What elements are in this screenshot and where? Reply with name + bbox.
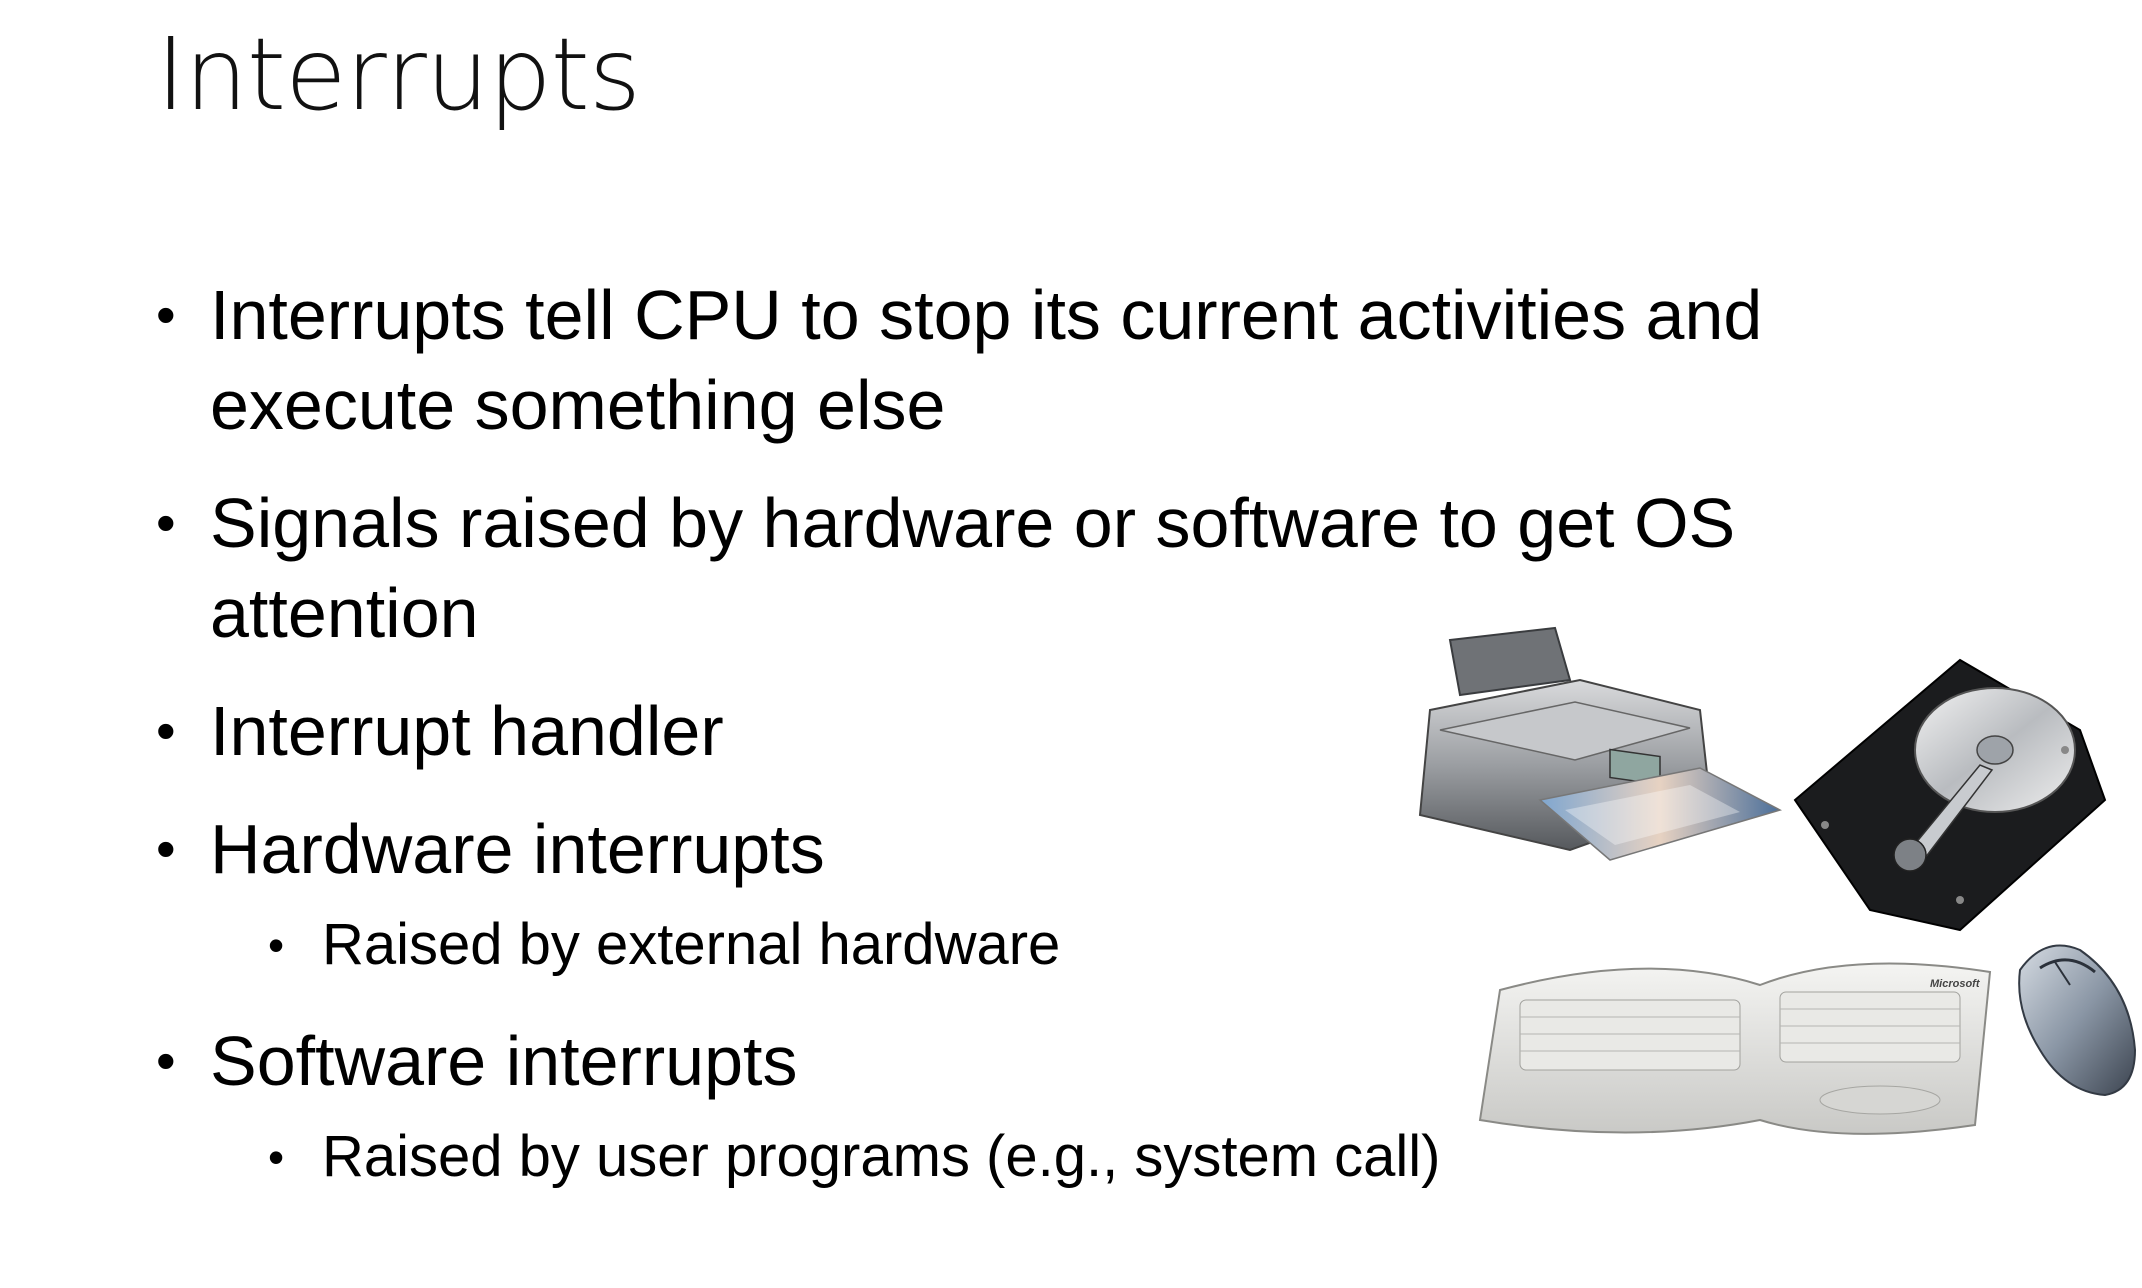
- printer-icon: [1418, 626, 1782, 861]
- sub-bullet-dot: •: [268, 1131, 285, 1183]
- bullet-text-continued: execute something else: [210, 366, 946, 444]
- sub-bullet-text: Raised by external hardware: [322, 912, 1061, 977]
- slide-title: Interrupts: [156, 16, 641, 133]
- bullet-item: • Interrupts tell CPU to stop its curren…: [156, 270, 2056, 450]
- bullet-text: Hardware interrupts: [210, 810, 825, 888]
- keyboard-icon: Microsoft: [1478, 962, 1992, 1135]
- bullet-text: Signals raised by hardware or software t…: [210, 484, 1736, 562]
- bullet-text: Software interrupts: [210, 1022, 798, 1100]
- slide: Interrupts • Interrupts tell CPU to stop…: [0, 0, 2142, 1288]
- hard-drive-icon: [1793, 658, 2107, 932]
- mouse-icon: [2018, 944, 2137, 1097]
- sub-bullet-dot: •: [268, 919, 285, 971]
- bullet-dot: •: [156, 491, 176, 554]
- bullet-text: Interrupt handler: [210, 692, 724, 770]
- bullet-dot: •: [156, 283, 176, 346]
- sub-bullet-text: Raised by user programs (e.g., system ca…: [322, 1124, 1441, 1189]
- bullet-dot: •: [156, 699, 176, 762]
- hardware-illustration: Microsoft: [1418, 626, 2137, 1135]
- bullet-text: Interrupts tell CPU to stop its current …: [210, 276, 1763, 354]
- bullet-dot: •: [156, 817, 176, 880]
- keyboard-brand: Microsoft: [1930, 978, 1981, 990]
- bullet-text-continued: attention: [210, 574, 479, 652]
- bullet-dot: •: [156, 1029, 176, 1092]
